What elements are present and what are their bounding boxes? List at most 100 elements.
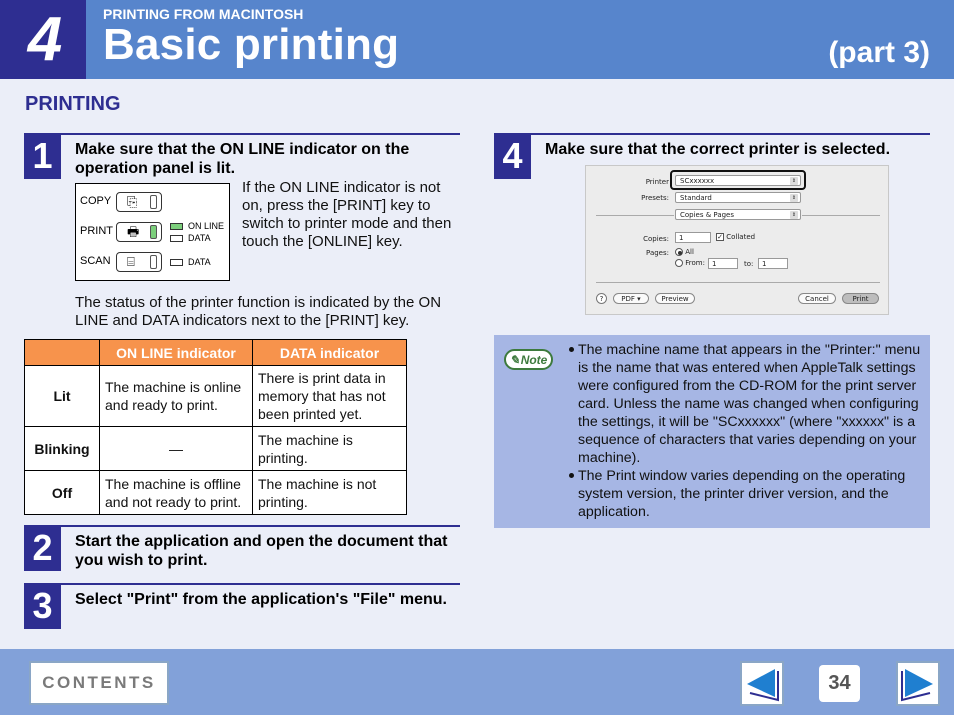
table-header-row: ON LINE indicator DATA indicator bbox=[24, 339, 407, 366]
table-header-blank bbox=[24, 339, 100, 366]
step-rule bbox=[24, 133, 460, 135]
step-number: 4 bbox=[494, 133, 531, 179]
previous-page-button[interactable] bbox=[740, 661, 784, 706]
pencil-icon: ✎ bbox=[509, 352, 520, 367]
updown-arrows-icon: ⇕ bbox=[790, 211, 798, 219]
step-rule bbox=[24, 525, 460, 527]
copy-led bbox=[150, 195, 157, 209]
scan-data-led bbox=[170, 258, 183, 266]
arrow-right-icon bbox=[901, 669, 933, 702]
all-label: All bbox=[685, 248, 694, 256]
print-data-led bbox=[170, 234, 183, 242]
step-2: 2 Start the application and open the doc… bbox=[24, 525, 460, 571]
step-text: Make sure that the correct printer is se… bbox=[545, 141, 891, 158]
from-label: From: bbox=[685, 259, 705, 267]
collated-checkbox[interactable]: ✓ Collated bbox=[716, 233, 755, 241]
data-cell: There is print data in memory that has n… bbox=[252, 365, 407, 427]
row-state: Blinking bbox=[24, 426, 100, 471]
print-led bbox=[150, 225, 157, 239]
panel-select-value: Copies & Pages bbox=[680, 211, 735, 219]
pdf-button[interactable]: PDF ▾ bbox=[613, 293, 649, 304]
table-row: Blinking — The machine is printing. bbox=[24, 426, 407, 471]
online-cell: The machine is online and ready to print… bbox=[99, 365, 253, 427]
pages-from-radio[interactable]: From: bbox=[675, 259, 705, 267]
row-state: Lit bbox=[24, 365, 100, 427]
section-title: PRINTING bbox=[25, 93, 121, 115]
page-title: Basic printing bbox=[103, 20, 400, 69]
help-button[interactable]: ? bbox=[596, 293, 607, 304]
divider bbox=[802, 215, 880, 216]
scan-led bbox=[150, 255, 157, 269]
printer-select[interactable]: SCxxxxxx ⇕ bbox=[675, 175, 801, 186]
copy-icon: ⎘ bbox=[127, 194, 138, 209]
step-number: 1 bbox=[24, 133, 61, 179]
online-indicator: ON LINE bbox=[170, 221, 224, 231]
print-dialog-screenshot: Printer SCxxxxxx ⇕ Presets: Standard ⇕ C… bbox=[585, 165, 889, 315]
copies-input[interactable]: 1 bbox=[675, 232, 711, 243]
scan-data-indicator-label: DATA bbox=[188, 257, 211, 267]
step-text: Make sure that the ON LINE indicator on … bbox=[75, 141, 410, 177]
table-header-data: DATA indicator bbox=[252, 339, 407, 366]
next-page-button[interactable] bbox=[896, 661, 940, 706]
to-label: to: bbox=[744, 260, 754, 268]
radio-unselected-icon bbox=[675, 259, 683, 267]
presets-label: Presets: bbox=[641, 194, 669, 202]
from-input[interactable]: 1 bbox=[708, 258, 738, 269]
note-list: The machine name that appears in the "Pr… bbox=[568, 341, 924, 521]
presets-select[interactable]: Standard ⇕ bbox=[675, 192, 801, 203]
presets-select-value: Standard bbox=[680, 194, 712, 202]
part-label: (part 3) bbox=[828, 36, 930, 69]
step-number: 2 bbox=[24, 525, 61, 571]
table-row: Lit The machine is online and ready to p… bbox=[24, 365, 407, 427]
arrow-left-icon bbox=[747, 669, 779, 702]
scan-data-indicator: DATA bbox=[170, 257, 211, 267]
step-1: 1 Make sure that the ON LINE indicator o… bbox=[24, 133, 460, 179]
step-rule bbox=[494, 133, 930, 135]
pages-all-radio[interactable]: All bbox=[675, 248, 694, 256]
table-row: Off The machine is offline and not ready… bbox=[24, 470, 407, 515]
online-led bbox=[170, 222, 183, 230]
print-data-indicator-label: DATA bbox=[188, 233, 211, 243]
updown-arrows-icon: ⇕ bbox=[790, 194, 798, 202]
collated-label: Collated bbox=[726, 233, 756, 241]
divider bbox=[596, 215, 674, 216]
online-cell: The machine is offline and not ready to … bbox=[99, 470, 253, 515]
step-rule bbox=[24, 583, 460, 585]
print-key: 🖶 bbox=[116, 222, 162, 242]
printer-label: Printer bbox=[645, 178, 669, 186]
step-number: 3 bbox=[24, 583, 61, 629]
chapter-number: 4 bbox=[0, 0, 86, 79]
cancel-button[interactable]: Cancel bbox=[798, 293, 836, 304]
operation-panel-illustration: COPY ⎘ PRINT 🖶 SCAN ⌸ ON LINE DATA DATA bbox=[75, 183, 230, 281]
note-badge-label: Note bbox=[520, 352, 548, 367]
note-item: The machine name that appears in the "Pr… bbox=[568, 341, 924, 467]
divider bbox=[596, 282, 880, 283]
printer-icon: 🖶 bbox=[127, 224, 140, 239]
scanner-icon: ⌸ bbox=[127, 254, 135, 269]
indicator-status-table: ON LINE indicator DATA indicator Lit The… bbox=[24, 339, 407, 515]
step-text: Select "Print" from the application's "F… bbox=[75, 591, 447, 608]
step-3: 3 Select "Print" from the application's … bbox=[24, 583, 460, 629]
row-state: Off bbox=[24, 470, 100, 515]
data-cell: The machine is printing. bbox=[252, 426, 407, 471]
note-badge: ✎ Note bbox=[504, 349, 553, 370]
to-input[interactable]: 1 bbox=[758, 258, 788, 269]
copies-label: Copies: bbox=[643, 235, 669, 243]
panel-label-print: PRINT bbox=[80, 225, 113, 237]
pages-label: Pages: bbox=[646, 249, 669, 257]
table-header-online: ON LINE indicator bbox=[99, 339, 253, 366]
step-text: Start the application and open the docum… bbox=[75, 533, 448, 569]
print-data-indicator: DATA bbox=[170, 233, 211, 243]
panel-select[interactable]: Copies & Pages ⇕ bbox=[675, 209, 801, 220]
data-cell: The machine is not printing. bbox=[252, 470, 407, 515]
print-button[interactable]: Print bbox=[842, 293, 879, 304]
contents-button[interactable]: CONTENTS bbox=[29, 661, 169, 705]
online-cell: — bbox=[99, 426, 253, 471]
radio-selected-icon bbox=[675, 248, 683, 256]
updown-arrows-icon: ⇕ bbox=[790, 177, 798, 185]
preview-button[interactable]: Preview bbox=[655, 293, 695, 304]
panel-label-copy: COPY bbox=[80, 195, 112, 207]
printer-select-value: SCxxxxxx bbox=[680, 177, 715, 185]
scan-key: ⌸ bbox=[116, 252, 162, 272]
status-description: The status of the printer function is in… bbox=[75, 294, 442, 329]
